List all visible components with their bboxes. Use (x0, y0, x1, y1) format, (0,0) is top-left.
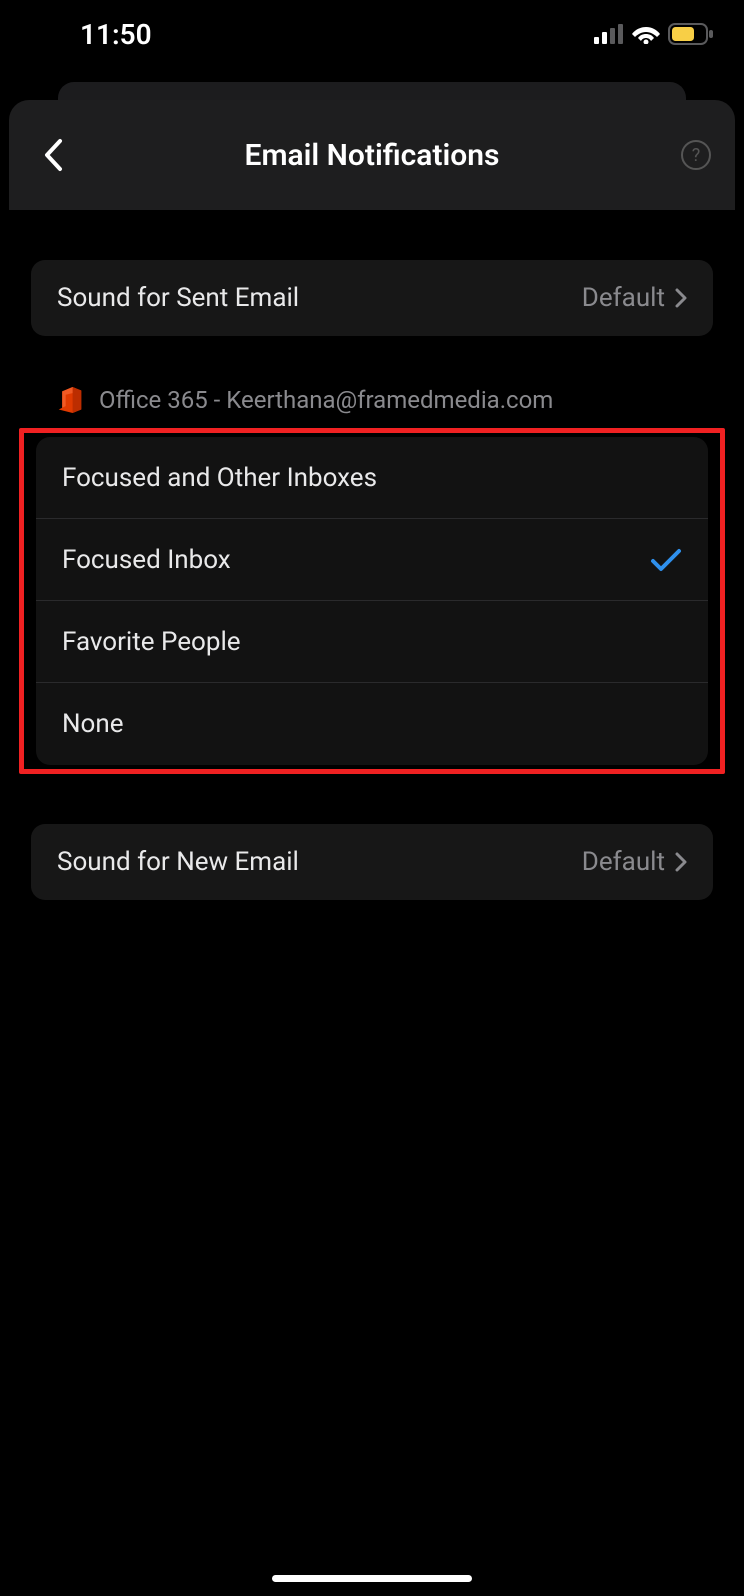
help-button[interactable]: ? (681, 140, 711, 170)
question-icon: ? (692, 145, 701, 166)
option-label: None (62, 709, 124, 739)
chevron-right-icon (675, 288, 687, 308)
sheet-stack-background (58, 82, 686, 100)
sound-new-value-wrap: Default (582, 847, 687, 877)
sound-sent-label: Sound for Sent Email (57, 283, 299, 313)
notification-options-list: Focused and Other Inboxes Focused Inbox … (36, 437, 708, 765)
status-icons (594, 23, 714, 45)
account-section-header: Office 365 - Keerthana@framedmedia.com (57, 386, 713, 414)
sound-sent-email-cell[interactable]: Sound for Sent Email Default (31, 260, 713, 336)
content-area: Sound for Sent Email Default Office 365 … (9, 210, 735, 1596)
highlight-annotation: Focused and Other Inboxes Focused Inbox … (19, 428, 725, 774)
page-header: Email Notifications ? (9, 100, 735, 210)
option-focused-inbox[interactable]: Focused Inbox (36, 519, 708, 601)
sound-sent-value-wrap: Default (582, 283, 687, 313)
status-time: 11:50 (30, 18, 152, 51)
chevron-left-icon (43, 138, 63, 172)
checkmark-icon (650, 548, 682, 572)
cellular-icon (594, 24, 624, 44)
home-indicator[interactable] (272, 1575, 472, 1582)
new-sound-group: Sound for New Email Default (31, 824, 713, 900)
battery-icon (668, 23, 714, 45)
back-button[interactable] (33, 135, 73, 175)
page-title: Email Notifications (9, 138, 735, 173)
sound-sent-value: Default (582, 283, 665, 313)
option-none[interactable]: None (36, 683, 708, 765)
wifi-icon (632, 24, 660, 44)
status-bar: 11:50 (0, 0, 744, 60)
account-label: Office 365 - Keerthana@framedmedia.com (99, 386, 553, 414)
chevron-right-icon (675, 852, 687, 872)
sound-new-label: Sound for New Email (57, 847, 299, 877)
office-icon (57, 387, 83, 413)
option-label: Focused and Other Inboxes (62, 463, 377, 493)
option-favorite-people[interactable]: Favorite People (36, 601, 708, 683)
sound-new-email-cell[interactable]: Sound for New Email Default (31, 824, 713, 900)
option-label: Favorite People (62, 627, 241, 657)
sent-sound-group: Sound for Sent Email Default (31, 260, 713, 336)
option-focused-and-other[interactable]: Focused and Other Inboxes (36, 437, 708, 519)
sound-new-value: Default (582, 847, 665, 877)
option-label: Focused Inbox (62, 545, 231, 575)
